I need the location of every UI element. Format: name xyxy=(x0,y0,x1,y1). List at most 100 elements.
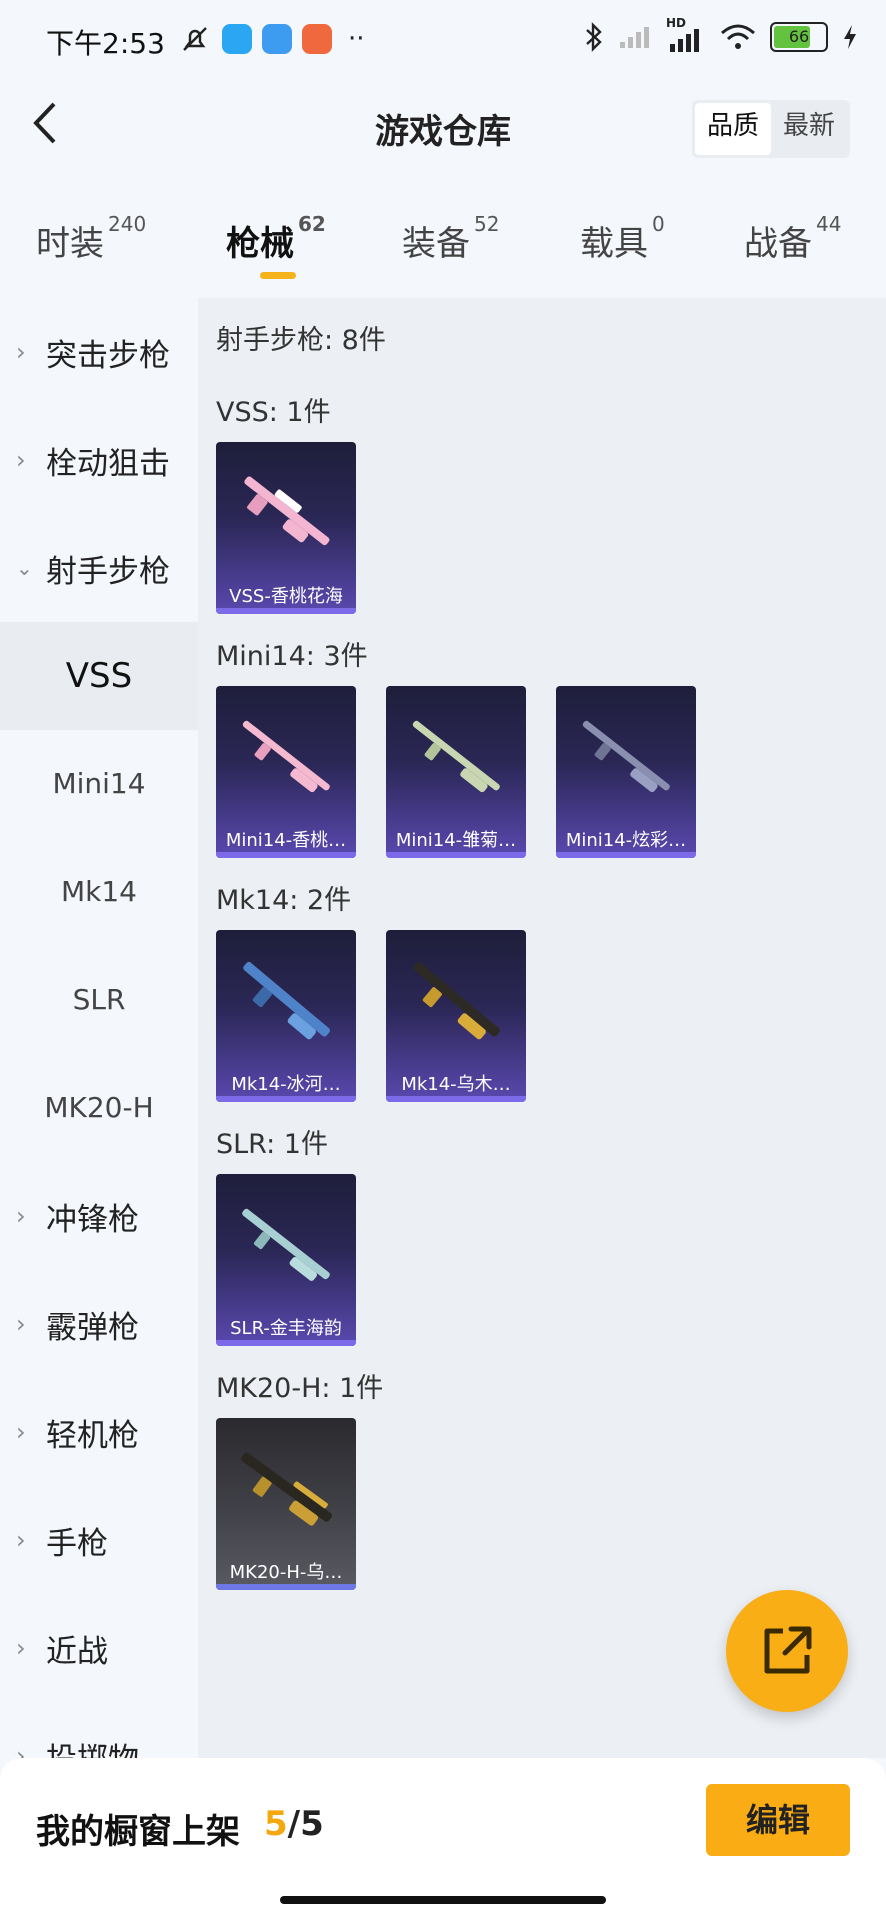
status-bar: 下午2:53 ·· HD 66 xyxy=(0,0,886,80)
weapon-card-label: Mk14-乌木… xyxy=(401,1074,511,1095)
silent-bell-icon xyxy=(183,27,207,51)
edit-button[interactable]: 编辑 xyxy=(706,1784,850,1856)
rifle-icon xyxy=(242,1208,330,1281)
weapon-card-label: Mini14-炫彩… xyxy=(565,830,687,851)
tab-label: 战备 xyxy=(744,224,812,264)
quality-bar xyxy=(386,852,526,858)
signal-weak-icon xyxy=(620,27,649,48)
sidebar-item-label: 射手步枪 xyxy=(46,553,170,590)
quality-bar xyxy=(386,1096,526,1102)
weapon-card-label: SLR-金丰海韵 xyxy=(230,1318,342,1339)
status-time: 下午2:53 xyxy=(46,27,165,60)
chevron-right-icon: › xyxy=(16,1634,26,1662)
sidebar-item-smg[interactable]: › 冲锋枪 xyxy=(0,1162,198,1270)
sidebar-item-bolt-sniper[interactable]: › 栓动狙击 xyxy=(0,406,198,514)
signal-hd-icon: HD xyxy=(666,16,706,52)
weapon-card[interactable]: Mk14-冰河… xyxy=(216,930,356,1102)
rifle-icon xyxy=(243,961,330,1040)
tab-label: 装备 xyxy=(402,224,470,264)
showcase-bottom-bar: 我的橱窗上架 5/5 编辑 xyxy=(0,1758,886,1920)
home-indicator[interactable] xyxy=(280,1896,606,1904)
tab-fashion[interactable]: 时装 240 xyxy=(36,212,146,265)
tab-vehicles[interactable]: 载具 0 xyxy=(580,212,665,265)
weapon-type-sidebar: › 突击步枪 › 栓动狙击 ⌄ 射手步枪 VSS Mini14 Mk14 SLR… xyxy=(0,298,198,1778)
weapon-card-label: VSS-香桃花海 xyxy=(229,586,343,607)
sidebar-item-marksman-rifle[interactable]: ⌄ 射手步枪 xyxy=(0,514,198,622)
weapon-card[interactable]: MK20-H-乌… xyxy=(216,1418,356,1590)
showcase-count-current: 5 xyxy=(264,1804,288,1844)
weapon-grid-panel: 射手步枪: 8件 VSS: 1件 VSS-香桃花海 Mini14: 3件 Min… xyxy=(198,298,886,1758)
tab-count: 240 xyxy=(108,212,147,236)
weapon-card[interactable]: Mini14-香桃… xyxy=(216,686,356,858)
tab-equipment[interactable]: 装备 52 xyxy=(402,212,499,265)
sidebar-subitem-mk20h[interactable]: MK20-H xyxy=(0,1054,198,1162)
sidebar-item-melee[interactable]: › 近战 xyxy=(0,1594,198,1702)
tab-count: 0 xyxy=(652,212,665,236)
weapon-card-label: Mini14-雏菊… xyxy=(395,830,517,851)
category-title: 射手步枪: 8件 xyxy=(216,325,386,356)
sidebar-item-shotgun[interactable]: › 霰弹枪 xyxy=(0,1270,198,1378)
weapon-card[interactable]: Mk14-乌木… xyxy=(386,930,526,1102)
weapon-card-label: Mk14-冰河… xyxy=(231,1074,341,1095)
rifle-icon xyxy=(241,1452,333,1526)
weapon-card[interactable]: Mini14-炫彩… xyxy=(556,686,696,858)
tab-firearms[interactable]: 枪械 62 xyxy=(226,212,326,265)
status-system-icons: HD 66 xyxy=(584,16,858,52)
chevron-right-icon: › xyxy=(16,1526,26,1554)
group-title-vss: VSS: 1件 xyxy=(216,397,331,428)
bluetooth-icon xyxy=(586,22,602,52)
quality-bar xyxy=(556,852,696,858)
weapon-card[interactable]: SLR-金丰海韵 xyxy=(216,1174,356,1346)
share-floating-button[interactable] xyxy=(726,1590,848,1712)
quality-bar xyxy=(216,852,356,858)
tab-label: 枪械 xyxy=(226,224,294,264)
showcase-count-total: 5 xyxy=(300,1804,324,1844)
sort-newest-option[interactable]: 最新 xyxy=(771,103,847,155)
chevron-right-icon: › xyxy=(16,446,26,474)
tab-tactical[interactable]: 战备 44 xyxy=(744,212,841,265)
weapon-card[interactable]: VSS-香桃花海 xyxy=(216,442,356,614)
status-notification-icons: ·· xyxy=(178,22,365,56)
chevron-right-icon: › xyxy=(16,338,26,366)
battery-level: 66 xyxy=(788,27,810,46)
app-header: 游戏仓库 品质 最新 xyxy=(0,80,886,170)
sidebar-item-label: 霰弹枪 xyxy=(46,1309,139,1346)
sidebar-subitem-slr[interactable]: SLR xyxy=(0,946,198,1054)
rifle-icon xyxy=(412,720,500,793)
showcase-count-sep: / xyxy=(287,1804,301,1844)
rifle-icon xyxy=(413,961,500,1040)
group-title-slr: SLR: 1件 xyxy=(216,1129,328,1160)
battery-icon: 66 xyxy=(770,22,828,52)
app-icon-card xyxy=(262,24,292,54)
charging-icon xyxy=(844,25,856,49)
rifle-icon xyxy=(242,720,330,793)
sidebar-subitem-mini14[interactable]: Mini14 xyxy=(0,730,198,838)
sidebar-item-label: 手枪 xyxy=(46,1525,108,1562)
group-title-mk20h: MK20-H: 1件 xyxy=(216,1373,384,1404)
group-title-mk14: Mk14: 2件 xyxy=(216,885,352,916)
sidebar-item-lmg[interactable]: › 轻机枪 xyxy=(0,1378,198,1486)
sidebar-item-label: 突击步枪 xyxy=(46,337,170,374)
sidebar-item-label: 轻机枪 xyxy=(46,1417,139,1454)
chevron-down-icon: ⌄ xyxy=(16,556,33,580)
rifle-icon xyxy=(582,720,670,793)
tab-label: 载具 xyxy=(580,224,648,264)
quality-bar xyxy=(216,1584,356,1590)
tab-count: 52 xyxy=(474,212,500,236)
showcase-count: 5/5 xyxy=(264,1804,324,1844)
sidebar-item-label: 栓动狙击 xyxy=(46,445,170,482)
more-dots-icon: ·· xyxy=(348,24,365,54)
sidebar-subitem-vss[interactable]: VSS xyxy=(0,622,198,730)
sidebar-item-assault-rifle[interactable]: › 突击步枪 xyxy=(0,298,198,406)
active-tab-indicator xyxy=(260,272,296,279)
sidebar-subitem-mk14[interactable]: Mk14 xyxy=(0,838,198,946)
app-icon-blue xyxy=(222,24,252,54)
chevron-right-icon: › xyxy=(16,1202,26,1230)
sort-toggle: 品质 最新 xyxy=(691,100,850,158)
sidebar-item-pistol[interactable]: › 手枪 xyxy=(0,1486,198,1594)
share-external-icon xyxy=(764,1626,812,1674)
sidebar-item-label: 近战 xyxy=(46,1633,108,1670)
weapon-card[interactable]: Mini14-雏菊… xyxy=(386,686,526,858)
category-tabs: 时装 240 枪械 62 装备 52 载具 0 战备 44 xyxy=(0,206,886,286)
sort-quality-option[interactable]: 品质 xyxy=(694,103,771,155)
